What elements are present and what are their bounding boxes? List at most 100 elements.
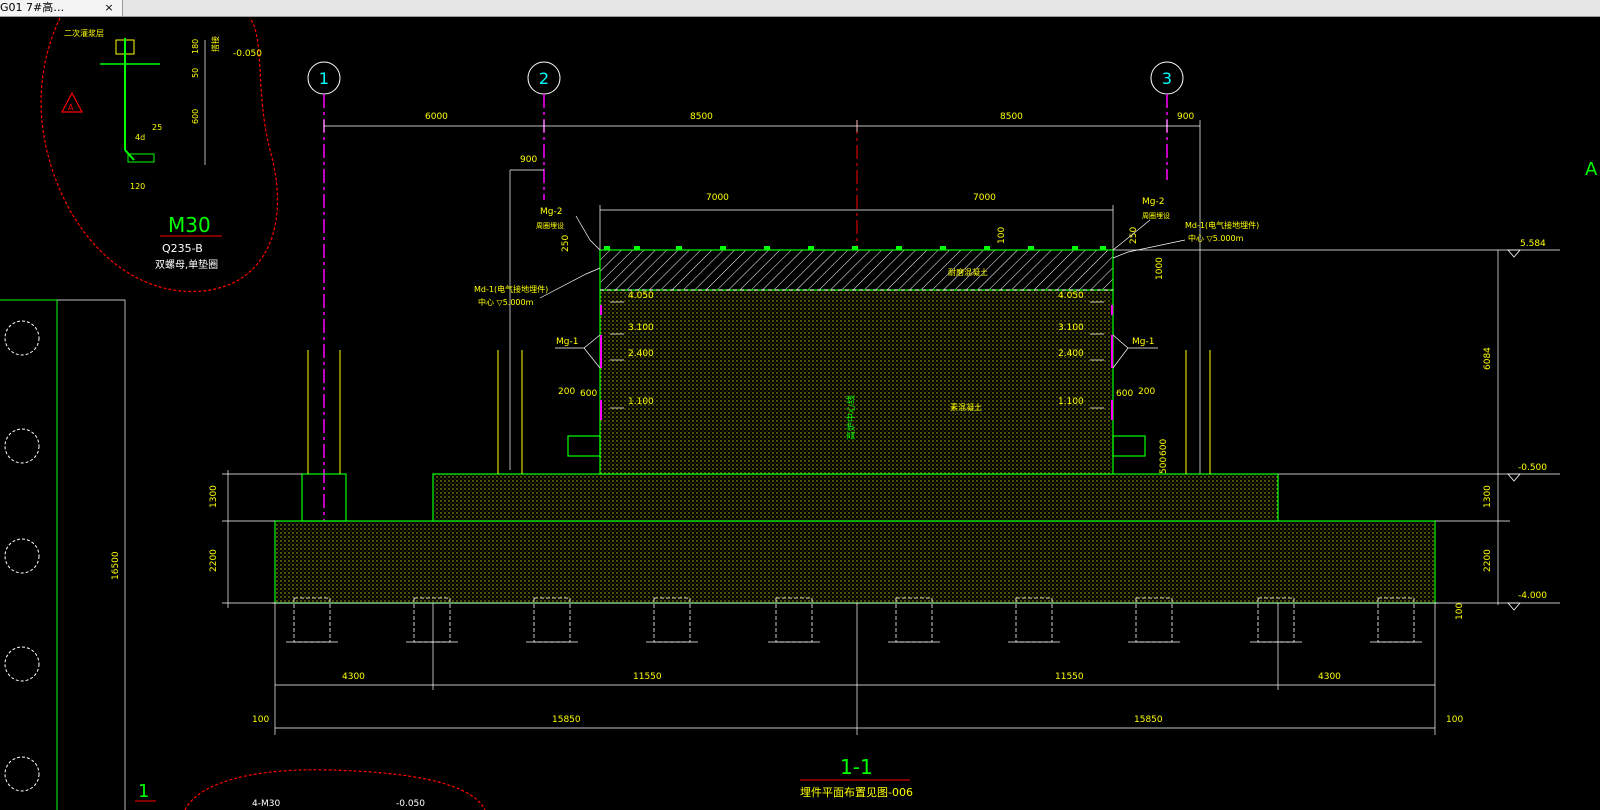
dim-4d: 4d [135, 133, 145, 142]
center-axis-label: 高炉中心线 [845, 395, 857, 440]
close-icon[interactable]: × [102, 0, 116, 16]
nut-note: 双螺母,单垫圈 [155, 258, 218, 271]
lower-slab [274, 520, 1436, 604]
elev-2400-right: 2.400 [1058, 349, 1084, 359]
dim-500-vert: 500 [1159, 457, 1169, 474]
detail-elev: -0.050 [233, 49, 262, 59]
piles [272, 597, 1438, 643]
dim-1000: 1000 [1155, 257, 1165, 280]
plan-strip-left: 16500 1 [0, 299, 156, 810]
elev-3100-left: 3.100 [628, 323, 654, 333]
dim-600-vert: 600 [1159, 439, 1169, 456]
dim-7000a: 7000 [706, 193, 729, 203]
dim-2200-right: 2200 [1483, 549, 1493, 572]
elev-m0500: -0.500 [1518, 463, 1547, 473]
tab-bar: G01 7#高… × [0, 0, 1600, 17]
bolt-spec: M30 [168, 213, 211, 237]
elev-4050-left: 4.050 [628, 291, 654, 301]
dim-11550b: 11550 [1055, 672, 1084, 682]
mg1-left-label: Mg-1 [556, 337, 578, 347]
dim-100c: 100 [1455, 603, 1465, 620]
dim-600: 600 [191, 109, 200, 124]
tab-title: G01 7#高… [0, 1, 65, 14]
middle-step [432, 473, 1279, 522]
pile-circle [4, 428, 40, 464]
anchor-bolt-detail: 二次灌浆层 180 50 600 搭接 -0.050 25 4d 120 A M… [40, 17, 279, 292]
lap-mark: 搭接 [210, 36, 220, 52]
dim-180: 180 [191, 39, 200, 54]
dim-100b: 100 [1446, 715, 1463, 725]
elev-1100-left: 1.100 [628, 397, 654, 407]
elev-m4000: -4.000 [1518, 591, 1547, 601]
dim-16500: 16500 [111, 551, 121, 580]
md1-left-label: Md-1(电气接地埋件) [474, 284, 548, 294]
mg2-right-note: 周圈埋设 [1142, 211, 1170, 220]
pile-circle [4, 320, 40, 356]
dim-6084: 6084 [1483, 347, 1493, 370]
pedestal [599, 289, 1114, 475]
dim-15850b: 15850 [1134, 715, 1163, 725]
dim-50: 50 [191, 68, 200, 78]
pile [646, 597, 698, 643]
pile-circle [4, 646, 40, 682]
dim-8500a: 8500 [690, 112, 713, 122]
material: Q235-B [162, 242, 203, 255]
elev-5584: 5.584 [1520, 239, 1546, 249]
md1-right-label: Md-1(电气接地埋件) [1185, 220, 1259, 230]
wear-layer [599, 249, 1114, 291]
dim-15850a: 15850 [552, 715, 581, 725]
bottom-dimension-text: 4300 11550 11550 4300 15850 15850 100 10… [252, 603, 1465, 725]
pile [1008, 597, 1060, 643]
pile [526, 597, 578, 643]
dim-6000: 6000 [425, 112, 448, 122]
axis-label-2: 2 [539, 69, 549, 88]
section-subtitle: 埋件平面布置见图-006 [800, 786, 913, 799]
dim-8500b: 8500 [1000, 112, 1023, 122]
pile [1370, 597, 1422, 643]
elev-4050-right: 4.050 [1058, 291, 1084, 301]
dim-2200-left: 2200 [209, 549, 219, 572]
axis-label-3: 3 [1162, 69, 1172, 88]
dim-900r: 900 [1177, 112, 1194, 122]
mg2-left-label: Mg-2 [540, 207, 562, 217]
plain-concrete-label: 素混凝土 [950, 402, 982, 412]
elev-3100-right: 3.100 [1058, 323, 1084, 333]
dim-7000b: 7000 [973, 193, 996, 203]
dim-900l: 900 [520, 155, 537, 165]
bottom-dimensions [274, 603, 1436, 735]
dim-4300b: 4300 [1318, 672, 1341, 682]
dim-100-top: 100 [997, 227, 1007, 244]
dim-600-left: 600 [580, 389, 597, 399]
drawing-tab[interactable]: G01 7#高… × [0, 0, 123, 16]
wear-concrete-label: 耐磨混凝土 [948, 267, 988, 277]
dim-25: 25 [152, 123, 162, 132]
bottom-bolt-label: 4-M30 [252, 799, 280, 809]
dim-1300-right: 1300 [1483, 485, 1493, 508]
dim-11550a: 11550 [633, 672, 662, 682]
dim-1300-left: 1300 [209, 485, 219, 508]
dim-120: 120 [130, 182, 145, 191]
dim-600-right: 600 [1116, 389, 1133, 399]
section-title: 1-1 [840, 755, 873, 779]
mg1-right-label: Mg-1 [1132, 337, 1154, 347]
bottom-partial-detail: 4-M30 -0.050 [184, 769, 486, 810]
axis-label-1: 1 [319, 69, 329, 88]
pile [1250, 597, 1302, 643]
dim-200-left: 200 [558, 387, 575, 397]
sheet-ref-A: A [1585, 159, 1598, 180]
pile-circle [4, 538, 40, 574]
elev-2400-left: 2.400 [628, 349, 654, 359]
dim-4300a: 4300 [342, 672, 365, 682]
revision-mark: A [68, 103, 74, 112]
cad-drawing-canvas[interactable]: 二次灌浆层 180 50 600 搭接 -0.050 25 4d 120 A M… [0, 16, 1600, 810]
dim-200-right: 200 [1138, 387, 1155, 397]
md1-left-center: 中心 ▽5.000m [478, 297, 534, 307]
mg2-right-label: Mg-2 [1142, 197, 1164, 207]
dim-250-left: 250 [561, 235, 571, 252]
bottom-left-number: 1 [138, 781, 149, 802]
pile [406, 597, 458, 643]
dim-250-right: 250 [1129, 227, 1139, 244]
pile-circle [4, 756, 40, 792]
md1-right-center: 中心 ▽5.000m [1188, 233, 1244, 243]
pile [1128, 597, 1180, 643]
